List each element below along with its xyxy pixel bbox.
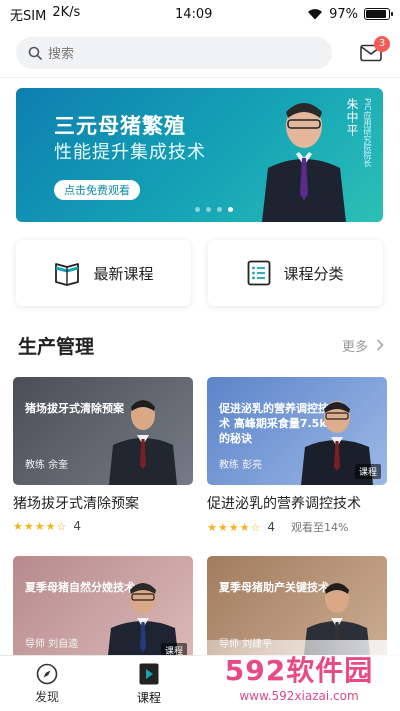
- speaker-role: PIC应用研究院院长: [363, 98, 372, 167]
- status-bar: 无SIM 2K/s 14:09 97%: [0, 0, 400, 28]
- watch-free-button[interactable]: 点击免费观看: [54, 180, 140, 200]
- speaker-name: 朱中平: [345, 98, 359, 137]
- rating-stars: ★★★★☆: [207, 520, 262, 534]
- speaker-photo: [262, 103, 346, 222]
- message-badge: 3: [374, 35, 390, 52]
- battery-percent: 97%: [329, 6, 358, 22]
- play-icon: [139, 663, 159, 684]
- course-card[interactable]: 夏季母猪自然分娩技术 导师 刘自逵 课程: [13, 556, 193, 656]
- latest-courses-label: 最新课程: [93, 264, 154, 283]
- top-bar: 搜索 3: [0, 28, 400, 78]
- promo-banner[interactable]: 三元母猪繁殖 性能提升集成技术 点击免费观看 朱中平 PIC应用研究院院长: [16, 88, 383, 222]
- course-categories-button[interactable]: 课程分类: [208, 240, 383, 306]
- carousel-dot[interactable]: [206, 207, 211, 212]
- carrier-text: 无SIM: [10, 8, 47, 24]
- section-title: 生产管理: [18, 335, 95, 358]
- teacher-photo: [109, 400, 177, 485]
- rating-value: 4: [267, 520, 275, 534]
- course-title: 猪场拔牙式清除预案: [13, 496, 139, 512]
- tab-discover-label: 发现: [34, 689, 59, 704]
- carousel-indicator: [195, 207, 233, 212]
- rating-value: 4: [73, 519, 81, 533]
- tab-discover[interactable]: 发现: [0, 656, 94, 711]
- production-management-section: 生产管理 更多 猪场拔牙式清除预案 教练 余奎 猪场拔牙式清除预案 ★★★★☆ …: [0, 316, 400, 656]
- banner-title: 三元母猪繁殖: [54, 114, 186, 138]
- course-thumbnail[interactable]: 夏季母猪自然分娩技术 导师 刘自逵 课程: [13, 556, 193, 656]
- course-thumbnail[interactable]: 猪场拔牙式清除预案 教练 余奎: [13, 377, 193, 485]
- more-link[interactable]: 更多: [342, 336, 384, 355]
- rating-stars: ★★★★☆: [13, 519, 68, 533]
- course-card[interactable]: 促进泌乳的营养调控技术 高峰期采食量7.5kg的秘诀 教练 彭亮 课程 促进泌乳…: [207, 377, 387, 535]
- teacher-name: 教练 彭亮: [219, 460, 263, 471]
- watermark-logo: 592软件园: [224, 653, 374, 687]
- course-meta: ★★★★☆ 4 观看至14%: [207, 519, 387, 535]
- network-speed: 2K/s: [52, 4, 81, 20]
- carousel-dot[interactable]: [217, 207, 222, 212]
- message-button[interactable]: 3: [358, 35, 390, 66]
- tab-courses[interactable]: 课程: [102, 656, 196, 711]
- chevron-right-icon: [376, 339, 384, 351]
- section-header: 生产管理 更多: [18, 330, 384, 360]
- watch-progress: 观看至14%: [290, 521, 349, 534]
- course-thumbnail[interactable]: 促进泌乳的营养调控技术 高峰期采食量7.5kg的秘诀 教练 彭亮 课程: [207, 377, 387, 485]
- wifi-icon: [308, 9, 323, 20]
- banner-section: 三元母猪繁殖 性能提升集成技术 点击免费观看 朱中平 PIC应用研究院院长: [0, 78, 400, 230]
- search-icon: [28, 46, 42, 60]
- watermark: 592软件园 www.592xiazai.com: [198, 640, 400, 711]
- search-placeholder: 搜索: [48, 47, 75, 62]
- compass-icon: [36, 663, 58, 684]
- clock: 14:09: [174, 6, 213, 22]
- course-tag: 课程: [354, 464, 381, 479]
- carousel-dot[interactable]: [228, 207, 233, 212]
- quick-links: 最新课程 课程分类: [0, 230, 400, 316]
- course-card[interactable]: 猪场拔牙式清除预案 教练 余奎 猪场拔牙式清除预案 ★★★★☆ 4: [13, 377, 193, 533]
- teacher-name: 教练 余奎: [25, 460, 69, 471]
- tab-courses-label: 课程: [136, 690, 161, 705]
- list-icon: [248, 260, 271, 286]
- course-meta: ★★★★☆ 4: [13, 519, 193, 533]
- watermark-url: www.592xiazai.com: [239, 688, 359, 703]
- search-input[interactable]: 搜索: [16, 36, 332, 69]
- latest-courses-button[interactable]: 最新课程: [16, 240, 191, 306]
- banner-subtitle: 性能提升集成技术: [54, 142, 206, 163]
- teacher-name: 导师 刘自逵: [25, 639, 79, 650]
- carousel-dot[interactable]: [195, 207, 200, 212]
- book-icon: [55, 263, 80, 286]
- more-label: 更多: [341, 339, 368, 355]
- course-categories-label: 课程分类: [283, 264, 344, 283]
- battery-icon: [363, 8, 393, 20]
- course-title: 促进泌乳的营养调控技术: [207, 496, 361, 512]
